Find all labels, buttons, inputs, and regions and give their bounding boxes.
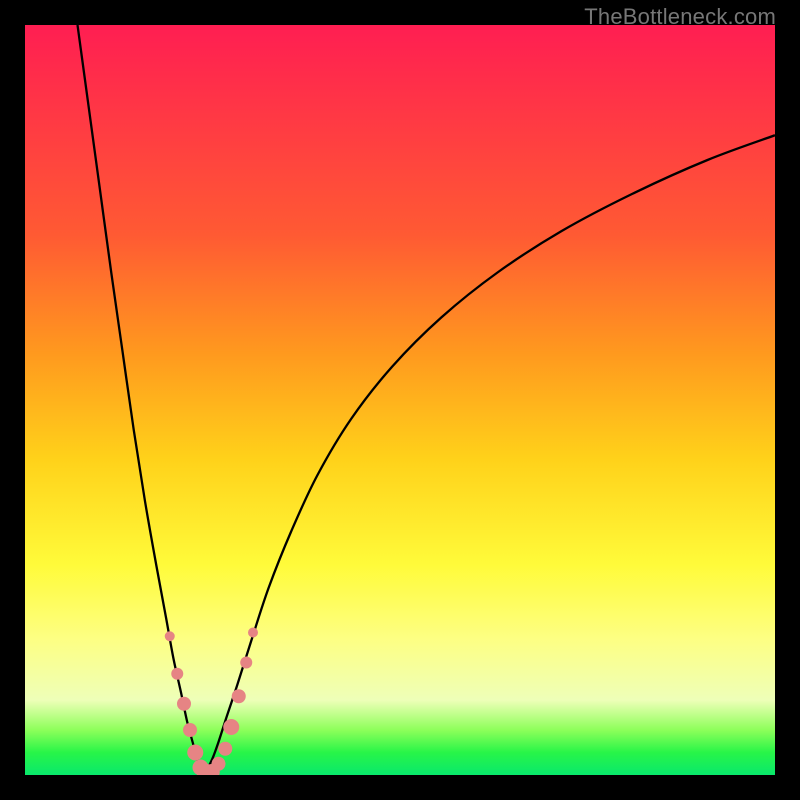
highlight-dot bbox=[183, 723, 197, 737]
highlight-dot bbox=[240, 657, 252, 669]
highlight-dot bbox=[223, 719, 239, 735]
highlight-dot bbox=[165, 631, 175, 641]
highlight-dot bbox=[248, 628, 258, 638]
bottleneck-curve-right bbox=[204, 135, 776, 775]
highlight-markers bbox=[165, 628, 258, 776]
bottleneck-curve-left bbox=[78, 25, 204, 775]
plot-area bbox=[25, 25, 775, 775]
highlight-dot bbox=[187, 745, 203, 761]
highlight-dot bbox=[218, 742, 232, 756]
highlight-dot bbox=[212, 757, 226, 771]
highlight-dot bbox=[171, 668, 183, 680]
outer-frame: TheBottleneck.com bbox=[0, 0, 800, 800]
curve-layer bbox=[25, 25, 775, 775]
highlight-dot bbox=[232, 689, 246, 703]
highlight-dot bbox=[177, 697, 191, 711]
